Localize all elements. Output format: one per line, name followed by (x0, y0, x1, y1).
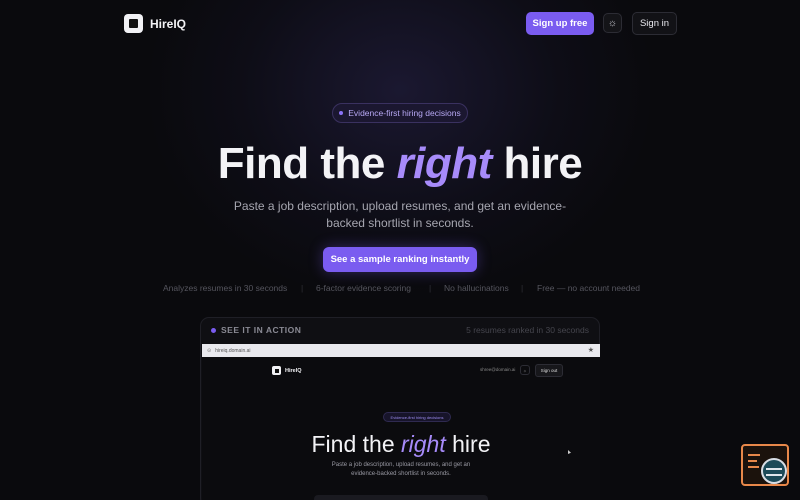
widget-line (748, 454, 760, 456)
preview-brand-name: HireIQ (285, 367, 302, 374)
preview-title-before: Find the (311, 431, 401, 457)
hero-title: Find the right hire (0, 138, 800, 190)
title-before: Find the (217, 139, 397, 188)
pill-dot-icon (339, 111, 344, 115)
demo-browser-preview: ⊝ hireiq.domain.ai ★ HireIQ shree@domain… (202, 344, 600, 500)
feature-item: 6-factor evidence scoring (316, 283, 411, 293)
title-accent: right (396, 139, 493, 188)
theme-toggle-button[interactable]: ☼ (603, 13, 622, 33)
top-nav: HireIQ Sign up free ☼ Sign in (0, 0, 800, 46)
preview-hero-subtitle: Paste a job description, upload resumes,… (331, 462, 471, 477)
feature-separator: | (429, 283, 432, 293)
pill-text: Evidence-first hiring decisions (348, 108, 461, 118)
magnifier-lens-icon (761, 458, 787, 484)
hero-subtitle: Paste a job description, upload resumes,… (233, 199, 567, 230)
feature-item: Analyzes resumes in 30 seconds (163, 283, 288, 293)
widget-lens-line (766, 474, 782, 476)
preview-title-accent: right (401, 431, 446, 457)
preview-tagline-pill: Evidence-first hiring decisions (383, 412, 451, 422)
browser-url-bar: ⊝ hireiq.domain.ai ★ (202, 344, 600, 357)
preview-title-after: hire (445, 431, 491, 457)
preview-logo-icon (272, 366, 281, 375)
preview-brand-logo: HireIQ (272, 366, 302, 375)
signin-button[interactable]: Sign in (632, 12, 677, 35)
preview-cta-button (314, 495, 488, 500)
demo-card: SEE IT IN ACTION 5 resumes ranked in 30 … (200, 317, 600, 500)
preview-sun-icon: ☼ (520, 365, 530, 375)
browser-url: hireiq.domain.ai (215, 347, 251, 354)
tagline-pill: Evidence-first hiring decisions (332, 103, 468, 123)
feature-separator: | (521, 283, 524, 293)
demo-label: SEE IT IN ACTION (211, 325, 301, 335)
demo-header: SEE IT IN ACTION 5 resumes ranked in 30 … (211, 325, 589, 339)
title-after: hire (491, 139, 583, 188)
preview-hero-title: Find the right hire (202, 430, 600, 458)
feature-item: Free — no account needed (537, 283, 641, 293)
sample-ranking-button[interactable]: See a sample ranking instantly (323, 247, 477, 272)
widget-line (748, 460, 757, 462)
demo-count: 5 resumes ranked in 30 seconds (466, 325, 589, 335)
feature-item: No hallucinations (444, 283, 509, 293)
brand-logo[interactable]: HireIQ (124, 14, 186, 33)
feature-separator: | (301, 283, 304, 293)
feature-list: Analyzes resumes in 30 seconds | 6-facto… (0, 283, 800, 295)
preview-signout-button: Sign out (535, 364, 563, 377)
preview-user-email: shree@domain.ai (480, 367, 516, 372)
brand-name: HireIQ (150, 16, 187, 31)
star-icon: ★ (587, 347, 594, 354)
signup-button[interactable]: Sign up free (526, 12, 594, 35)
widget-lens-line (766, 468, 782, 470)
status-dot-icon (211, 327, 216, 333)
terminal-search-widget-icon[interactable] (741, 444, 791, 488)
sun-icon: ☼ (607, 17, 618, 29)
logo-icon (124, 14, 143, 33)
widget-line (748, 466, 759, 468)
demo-label-text: SEE IT IN ACTION (221, 325, 302, 335)
lock-icon: ⊝ (207, 347, 212, 354)
